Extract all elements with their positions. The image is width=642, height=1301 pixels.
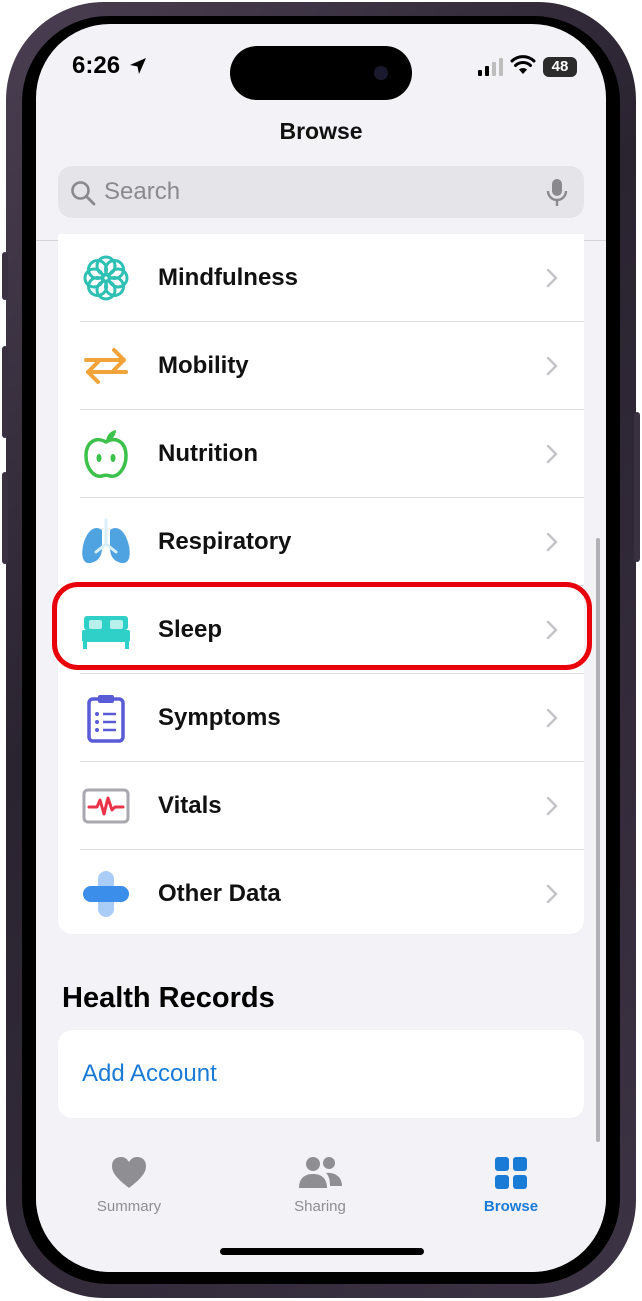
health-records-title: Health Records (62, 982, 275, 1014)
category-label: Mobility (158, 352, 249, 379)
dynamic-island (230, 46, 412, 100)
sleep-bed-icon (82, 616, 130, 649)
category-label: Nutrition (158, 440, 258, 467)
wifi-icon (510, 55, 536, 74)
tab-label: Browse (483, 1198, 539, 1215)
tab-label: Summary (96, 1198, 162, 1215)
mobility-arrows-icon (84, 348, 128, 384)
category-row-mindfulness[interactable]: Mindfulness (58, 234, 584, 322)
category-label: Symptoms (158, 704, 281, 731)
chevron-right-icon (546, 620, 558, 640)
page-title: Browse (279, 118, 363, 144)
add-account-link[interactable]: Add Account (82, 1030, 217, 1118)
tab-label: Sharing (294, 1198, 346, 1215)
chevron-right-icon (546, 268, 558, 288)
category-row-respiratory[interactable]: Respiratory (58, 498, 584, 586)
category-row-nutrition[interactable]: Nutrition (58, 410, 584, 498)
cellular-signal-icon (478, 58, 503, 76)
category-row-other-data[interactable]: Other Data (58, 850, 584, 938)
search-icon (71, 181, 96, 206)
action-button (2, 252, 8, 300)
tab-browse[interactable]: Browse (441, 1154, 581, 1244)
scroll-indicator[interactable] (596, 538, 600, 1142)
respiratory-lungs-icon (82, 518, 130, 564)
home-indicator[interactable] (220, 1248, 424, 1255)
grid-icon (495, 1157, 527, 1189)
category-label: Respiratory (158, 528, 292, 555)
people-icon (299, 1157, 342, 1188)
search-input[interactable] (104, 166, 524, 218)
category-row-symptoms[interactable]: Symptoms (58, 674, 584, 762)
tab-sharing[interactable]: Sharing (250, 1154, 390, 1244)
nutrition-apple-icon (84, 430, 128, 478)
chevron-right-icon (546, 532, 558, 552)
status-time: 6:26 (72, 52, 121, 79)
category-label: Sleep (158, 616, 223, 643)
chevron-right-icon (546, 884, 558, 904)
status-bar: 6:26 48 (36, 24, 606, 114)
volume-down-button (2, 472, 8, 564)
screen: 6:26 48 Browse Search Mindfulness Mobili… (36, 24, 606, 1272)
tab-summary[interactable]: Summary (59, 1154, 199, 1244)
location-arrow-icon (130, 58, 146, 74)
other-data-plus-icon (83, 871, 129, 917)
add-account-card[interactable]: Add Account (58, 1030, 584, 1118)
mindfulness-flower-icon (83, 255, 129, 301)
category-label: Vitals (158, 792, 222, 819)
category-label: Other Data (158, 880, 281, 907)
power-button (634, 412, 640, 562)
chevron-right-icon (546, 444, 558, 464)
category-row-mobility[interactable]: Mobility (58, 322, 584, 410)
category-row-vitals[interactable]: Vitals (58, 762, 584, 850)
category-list: Mindfulness Mobility Nutrition Respirato… (58, 234, 584, 934)
symptoms-clipboard-icon (87, 695, 125, 743)
volume-up-button (2, 346, 8, 438)
heart-icon (112, 1157, 146, 1188)
microphone-icon[interactable] (546, 178, 568, 208)
vitals-monitor-icon (82, 788, 130, 824)
search-bar[interactable] (58, 166, 584, 218)
camera-icon (374, 66, 388, 80)
chevron-right-icon (546, 356, 558, 376)
chevron-right-icon (546, 796, 558, 816)
chevron-right-icon (546, 708, 558, 728)
category-label: Mindfulness (158, 264, 299, 291)
category-row-sleep[interactable]: Sleep (58, 586, 584, 674)
battery-indicator: 48 (543, 57, 577, 77)
